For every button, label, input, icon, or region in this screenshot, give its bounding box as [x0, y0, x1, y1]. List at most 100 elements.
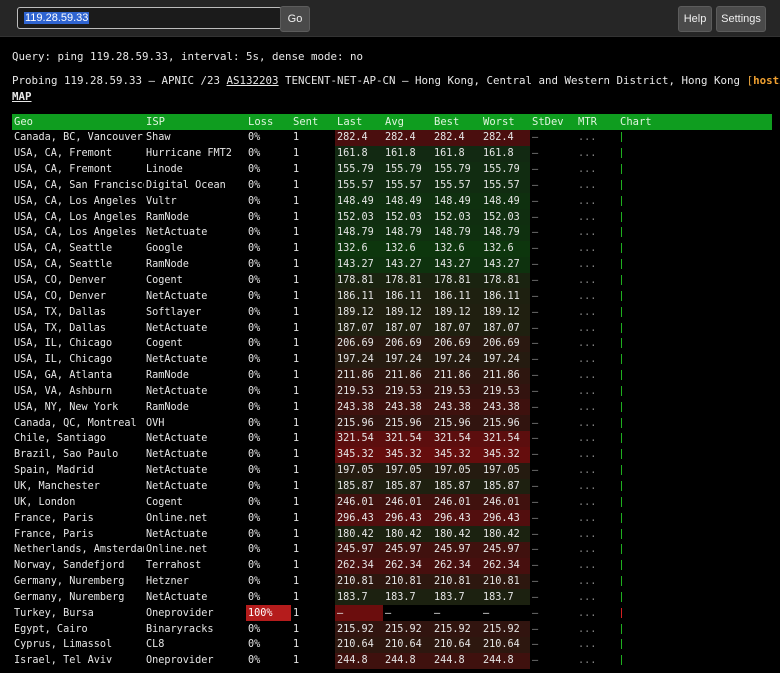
- cell-mtr[interactable]: ...: [576, 637, 618, 653]
- header-mtr[interactable]: MTR: [576, 114, 618, 130]
- cell-mtr[interactable]: ...: [576, 304, 618, 320]
- cell-last: 296.43: [335, 510, 383, 527]
- cell-isp: CL8: [146, 639, 165, 651]
- header-best[interactable]: Best: [432, 114, 481, 130]
- cell-chart: [618, 621, 772, 637]
- cell-loss: 0%: [248, 164, 261, 176]
- cell-isp: Digital Ocean: [146, 179, 226, 191]
- header-worst[interactable]: Worst: [481, 114, 530, 130]
- cell-mtr[interactable]: ...: [576, 352, 618, 368]
- cell-isp: Cogent: [146, 496, 183, 508]
- cell-stdev: –: [532, 417, 539, 429]
- cell-isp: Oneprovider: [146, 607, 214, 619]
- header-stdev[interactable]: StDev: [530, 114, 576, 130]
- cell-mtr[interactable]: ...: [576, 558, 618, 574]
- cell-chart: [618, 384, 772, 400]
- cell-mtr[interactable]: ...: [576, 336, 618, 352]
- cell-chart: [618, 320, 772, 336]
- cell-sent: 1: [293, 560, 300, 572]
- cell-mtr[interactable]: ...: [576, 542, 618, 558]
- asn-link[interactable]: AS132203: [227, 74, 279, 87]
- cell-best: 143.27: [432, 256, 481, 273]
- cell-stdev: –: [532, 449, 539, 461]
- cell-best: 197.05: [432, 462, 481, 479]
- table-row: USA, GA, Atlanta RamNode 0% 1 211.86 211.86 21…: [12, 367, 772, 384]
- cell-geo: USA, GA, Atlanta: [14, 370, 113, 382]
- help-button[interactable]: Help: [678, 6, 712, 32]
- go-button[interactable]: Go: [280, 6, 310, 32]
- settings-button[interactable]: Settings: [716, 6, 766, 32]
- table-row: USA, CA, Seattle RamNode 0% 1 143.27 143.27 14…: [12, 256, 772, 273]
- cell-best: 197.24: [432, 351, 481, 368]
- cell-worst: 211.86: [481, 367, 530, 384]
- cell-geo: Germany, Nuremberg: [14, 576, 125, 588]
- cell-sent: 1: [293, 275, 300, 287]
- cell-geo: Chile, Santiago: [14, 433, 107, 445]
- cell-mtr[interactable]: ...: [576, 479, 618, 495]
- cell-mtr[interactable]: ...: [576, 209, 618, 225]
- cell-mtr[interactable]: ...: [576, 241, 618, 257]
- cell-loss: 0%: [248, 433, 261, 445]
- header-loss[interactable]: Loss: [246, 114, 291, 130]
- cell-mtr[interactable]: ...: [576, 162, 618, 178]
- cell-mtr[interactable]: ...: [576, 574, 618, 590]
- header-isp[interactable]: ISP: [144, 114, 246, 130]
- cell-mtr[interactable]: ...: [576, 384, 618, 400]
- cell-sent: 1: [293, 433, 300, 445]
- cell-mtr[interactable]: ...: [576, 178, 618, 194]
- cell-mtr[interactable]: ...: [576, 399, 618, 415]
- cell-mtr[interactable]: ...: [576, 653, 618, 669]
- cell-mtr[interactable]: ...: [576, 415, 618, 431]
- cell-worst: 186.11: [481, 288, 530, 305]
- cell-last: 152.03: [335, 209, 383, 226]
- table-row: USA, CA, Fremont Linode 0% 1 155.79 155.79 155…: [12, 161, 772, 178]
- cell-geo: Cyprus, Limassol: [14, 639, 113, 651]
- cell-mtr[interactable]: ...: [576, 526, 618, 542]
- cell-mtr[interactable]: ...: [576, 288, 618, 304]
- cell-last: 132.6: [335, 240, 383, 257]
- cell-mtr[interactable]: ...: [576, 225, 618, 241]
- cell-chart: [618, 526, 772, 542]
- cell-loss: 0%: [248, 401, 261, 413]
- cell-mtr[interactable]: ...: [576, 621, 618, 637]
- cell-mtr[interactable]: ...: [576, 431, 618, 447]
- map-link[interactable]: MAP: [12, 90, 32, 103]
- cell-avg: 246.01: [383, 494, 432, 511]
- header-avg[interactable]: Avg: [383, 114, 432, 130]
- cell-mtr[interactable]: ...: [576, 447, 618, 463]
- cell-chart: [618, 494, 772, 510]
- header-last[interactable]: Last: [335, 114, 383, 130]
- cell-geo: Netherlands, Amsterdam: [14, 544, 144, 556]
- cell-loss: 0%: [248, 227, 261, 239]
- cell-mtr[interactable]: ...: [576, 589, 618, 605]
- cell-mtr[interactable]: ...: [576, 130, 618, 146]
- cell-mtr[interactable]: ...: [576, 320, 618, 336]
- target-input[interactable]: 119.28.59.33: [17, 7, 282, 29]
- cell-mtr[interactable]: ...: [576, 193, 618, 209]
- cell-geo: Brazil, Sao Paulo: [14, 449, 119, 461]
- cell-stdev: –: [532, 275, 539, 287]
- header-chart[interactable]: Chart: [618, 114, 772, 130]
- cell-sent: 1: [293, 290, 300, 302]
- cell-chart: [618, 288, 772, 304]
- cell-mtr[interactable]: ...: [576, 368, 618, 384]
- cell-worst: 245.97: [481, 541, 530, 558]
- header-geo[interactable]: Geo: [12, 114, 144, 130]
- cell-worst: 321.54: [481, 431, 530, 447]
- cell-last: 215.96: [335, 415, 383, 432]
- cell-worst: –: [481, 605, 530, 622]
- cell-mtr[interactable]: ...: [576, 463, 618, 479]
- cell-mtr[interactable]: ...: [576, 510, 618, 526]
- cell-mtr[interactable]: ...: [576, 273, 618, 289]
- cell-mtr[interactable]: ...: [576, 494, 618, 510]
- cell-best: 178.81: [432, 272, 481, 289]
- cell-mtr[interactable]: ...: [576, 605, 618, 621]
- cell-mtr[interactable]: ...: [576, 146, 618, 162]
- header-sent[interactable]: Sent: [291, 114, 335, 130]
- cell-sent: 1: [293, 259, 300, 271]
- cell-isp: Online.net: [146, 544, 208, 556]
- cell-avg: 155.79: [383, 161, 432, 178]
- table-row: Spain, Madrid NetActuate 0% 1 197.05 197.05 19…: [12, 462, 772, 479]
- cell-mtr[interactable]: ...: [576, 257, 618, 273]
- cell-stdev: –: [532, 338, 539, 350]
